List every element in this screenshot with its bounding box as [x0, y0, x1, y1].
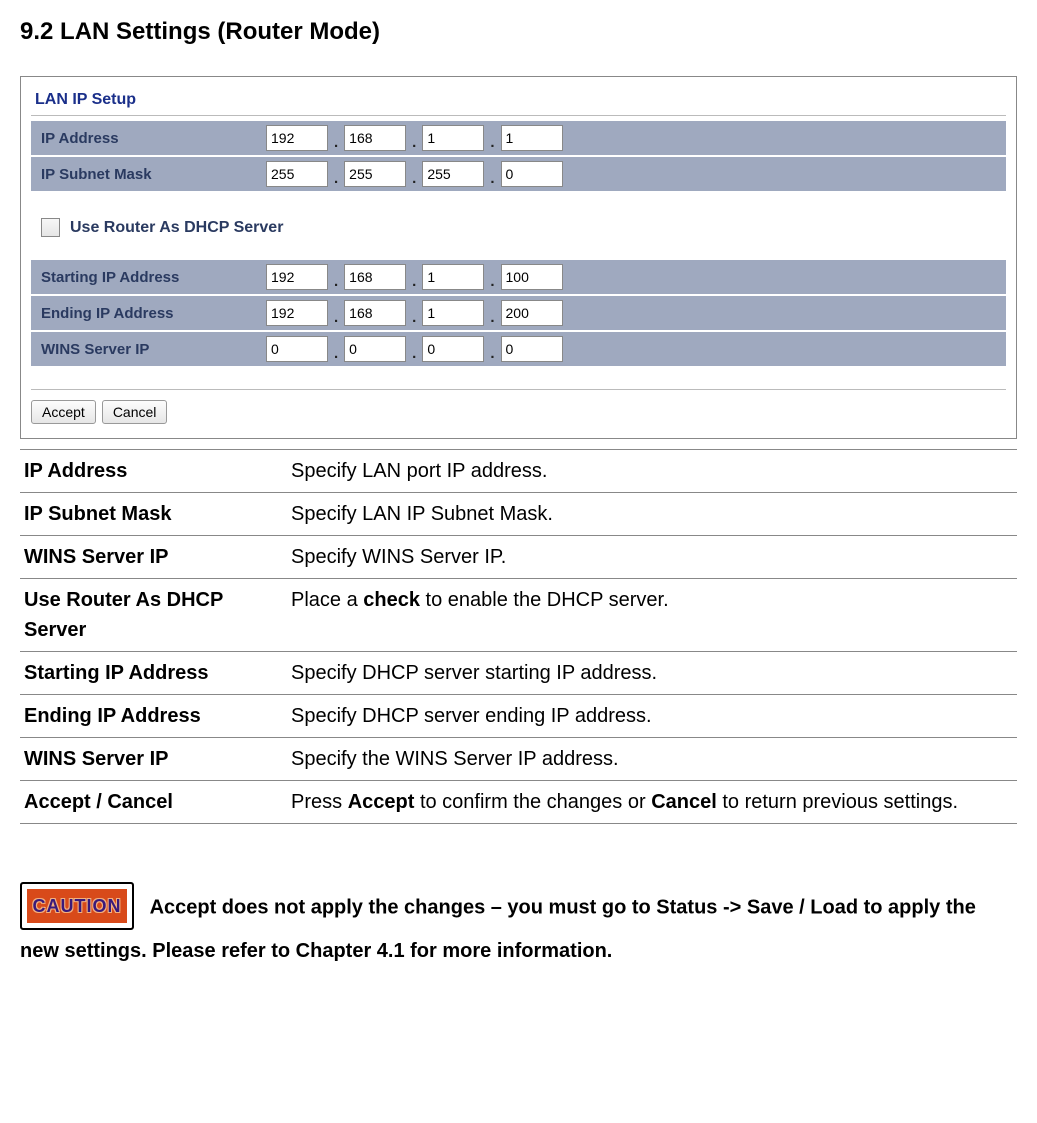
dhcp-label: WINS Server IP: [31, 341, 266, 358]
lan-octet-input[interactable]: [266, 125, 328, 151]
dot-separator: .: [412, 170, 416, 187]
dhcp-octet-input[interactable]: [422, 264, 484, 290]
definition-term: WINS Server IP: [20, 738, 287, 781]
accept-button[interactable]: Accept: [31, 400, 96, 424]
table-row: Accept / CancelPress Accept to confirm t…: [20, 781, 1017, 824]
lan-octet-input[interactable]: [344, 125, 406, 151]
dot-separator: .: [334, 170, 338, 187]
dot-separator: .: [490, 170, 494, 187]
dhcp-octet-input[interactable]: [344, 336, 406, 362]
dhcp-octet-input[interactable]: [344, 300, 406, 326]
dot-separator: .: [334, 273, 338, 290]
definition-desc: Specify LAN IP Subnet Mask.: [287, 493, 1017, 536]
lan-octet-group: ...: [266, 125, 563, 151]
definition-term: Starting IP Address: [20, 652, 287, 695]
lan-octet-input[interactable]: [501, 161, 563, 187]
button-row: Accept Cancel: [31, 400, 1006, 424]
lan-octet-group: ...: [266, 161, 563, 187]
table-row: IP Subnet MaskSpecify LAN IP Subnet Mask…: [20, 493, 1017, 536]
lan-label: IP Address: [31, 130, 266, 147]
definition-desc: Press Accept to confirm the changes or C…: [287, 781, 1017, 824]
table-row: IP AddressSpecify LAN port IP address.: [20, 450, 1017, 493]
lan-row: IP Subnet Mask...: [31, 156, 1006, 192]
dot-separator: .: [334, 309, 338, 326]
dhcp-label: Starting IP Address: [31, 269, 266, 286]
definition-term: IP Address: [20, 450, 287, 493]
caution-icon: CAUTION: [20, 882, 134, 930]
dot-separator: .: [490, 273, 494, 290]
dhcp-checkbox-label: Use Router As DHCP Server: [70, 219, 283, 237]
dhcp-octet-input[interactable]: [266, 336, 328, 362]
dot-separator: .: [334, 134, 338, 151]
table-row: Starting IP AddressSpecify DHCP server s…: [20, 652, 1017, 695]
dot-separator: .: [412, 309, 416, 326]
definition-desc: Specify DHCP server ending IP address.: [287, 695, 1017, 738]
dot-separator: .: [412, 345, 416, 362]
definition-desc: Specify LAN port IP address.: [287, 450, 1017, 493]
lan-octet-input[interactable]: [344, 161, 406, 187]
panel-title: LAN IP Setup: [31, 87, 1006, 116]
lan-octet-input[interactable]: [501, 125, 563, 151]
divider: [31, 389, 1006, 390]
dot-separator: .: [490, 134, 494, 151]
dot-separator: .: [334, 345, 338, 362]
lan-octet-input[interactable]: [422, 125, 484, 151]
dot-separator: .: [490, 345, 494, 362]
definition-term: IP Subnet Mask: [20, 493, 287, 536]
dhcp-row: Starting IP Address...: [31, 259, 1006, 295]
definitions-table: IP AddressSpecify LAN port IP address.IP…: [20, 449, 1017, 824]
definition-desc: Specify WINS Server IP.: [287, 536, 1017, 579]
dhcp-octet-group: ...: [266, 300, 563, 326]
lan-octet-input[interactable]: [422, 161, 484, 187]
dhcp-octet-input[interactable]: [501, 300, 563, 326]
dot-separator: .: [412, 134, 416, 151]
lan-row: IP Address...: [31, 120, 1006, 156]
dhcp-checkbox[interactable]: [41, 218, 60, 237]
definition-term: Ending IP Address: [20, 695, 287, 738]
definition-desc: Specify DHCP server starting IP address.: [287, 652, 1017, 695]
dhcp-row: WINS Server IP...: [31, 331, 1006, 367]
dot-separator: .: [412, 273, 416, 290]
table-row: WINS Server IPSpecify WINS Server IP.: [20, 536, 1017, 579]
caution-note: CAUTION Accept does not apply the change…: [20, 884, 1017, 970]
lan-label: IP Subnet Mask: [31, 166, 266, 183]
dhcp-row: Ending IP Address...: [31, 295, 1006, 331]
dhcp-octet-input[interactable]: [266, 264, 328, 290]
dhcp-checkbox-row: Use Router As DHCP Server: [31, 192, 1006, 259]
dhcp-octet-input[interactable]: [501, 336, 563, 362]
dot-separator: .: [490, 309, 494, 326]
dhcp-octet-input[interactable]: [422, 300, 484, 326]
cancel-button[interactable]: Cancel: [102, 400, 168, 424]
table-row: Ending IP AddressSpecify DHCP server end…: [20, 695, 1017, 738]
dhcp-octet-input[interactable]: [266, 300, 328, 326]
page-heading: 9.2 LAN Settings (Router Mode): [20, 18, 1017, 46]
lan-settings-screenshot: LAN IP Setup IP Address...IP Subnet Mask…: [20, 76, 1017, 439]
definition-term: WINS Server IP: [20, 536, 287, 579]
caution-text: Accept does not apply the changes – you …: [20, 896, 976, 962]
definition-term: Accept / Cancel: [20, 781, 287, 824]
table-row: Use Router As DHCP ServerPlace a check t…: [20, 579, 1017, 652]
dhcp-octet-input[interactable]: [344, 264, 406, 290]
dhcp-octet-input[interactable]: [501, 264, 563, 290]
definition-desc: Place a check to enable the DHCP server.: [287, 579, 1017, 652]
dhcp-label: Ending IP Address: [31, 305, 266, 322]
dhcp-octet-group: ...: [266, 336, 563, 362]
definition-term: Use Router As DHCP Server: [20, 579, 287, 652]
dhcp-octet-group: ...: [266, 264, 563, 290]
caution-badge-text: CAUTION: [33, 896, 122, 916]
table-row: WINS Server IPSpecify the WINS Server IP…: [20, 738, 1017, 781]
definition-desc: Specify the WINS Server IP address.: [287, 738, 1017, 781]
lan-octet-input[interactable]: [266, 161, 328, 187]
dhcp-octet-input[interactable]: [422, 336, 484, 362]
